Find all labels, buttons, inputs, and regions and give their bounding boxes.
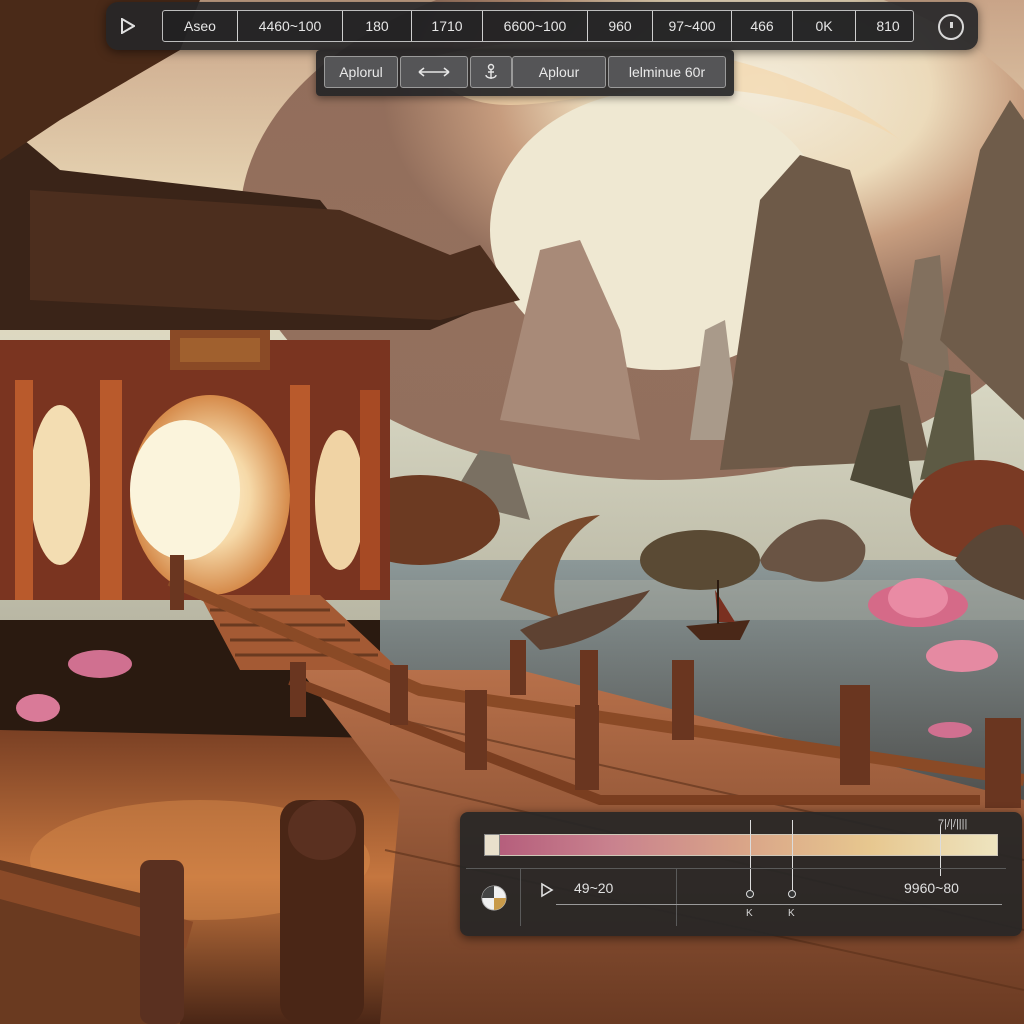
segment-6[interactable]: 97~400 [653, 11, 732, 41]
segment-0[interactable]: Aseo [163, 11, 238, 41]
anchor-icon [485, 63, 497, 79]
timeline-start-label: 49~20 [574, 880, 614, 896]
segment-8[interactable]: 0K [793, 11, 856, 41]
clock-icon[interactable] [938, 14, 964, 40]
segment-4[interactable]: 6600~100 [483, 11, 588, 41]
play-icon [121, 18, 135, 34]
resize-button[interactable] [400, 56, 468, 88]
color-gradient-bar[interactable] [484, 834, 998, 856]
gradient-start-swatch[interactable] [484, 834, 500, 856]
duration-label[interactable]: lelminue 60r [608, 56, 726, 88]
timeline-knob-a[interactable] [746, 890, 754, 898]
segment-3[interactable]: 1710 [412, 11, 483, 41]
knob-b-label: K [788, 908, 795, 919]
apply-right-button[interactable]: Aplour [512, 56, 606, 88]
segment-2[interactable]: 180 [343, 11, 412, 41]
sub-toolbar: Aplorul Aplour lelminue 60r [316, 50, 734, 96]
apply-left-button[interactable]: Aplorul [324, 56, 398, 88]
knob-a-label: K [746, 908, 753, 919]
segment-9[interactable]: 810 [856, 11, 920, 41]
play-button[interactable] [116, 14, 140, 38]
double-arrow-icon [418, 67, 450, 77]
timeline-panel: 7|/|/|||| 49~20 9960~80 K K [460, 812, 1022, 936]
timeline-divider-2 [676, 868, 677, 926]
segment-1[interactable]: 4460~100 [238, 11, 343, 41]
timeline-track[interactable] [556, 904, 1002, 905]
gradient-end-label: 7|/|/|||| [938, 818, 968, 830]
timeline-end-label: 9960~80 [904, 880, 959, 896]
pie-chart-icon[interactable] [480, 884, 508, 912]
timeline-divider [520, 868, 521, 926]
timeline-knob-b[interactable] [788, 890, 796, 898]
segment-5[interactable]: 960 [588, 11, 653, 41]
anchor-button[interactable] [470, 56, 512, 88]
segment-7[interactable]: 466 [732, 11, 793, 41]
time-segment-strip: Aseo 4460~100 180 1710 6600~100 960 97~4… [162, 10, 914, 42]
top-toolbar: Aseo 4460~100 180 1710 6600~100 960 97~4… [106, 2, 978, 50]
timeline-play-icon[interactable] [540, 882, 554, 898]
